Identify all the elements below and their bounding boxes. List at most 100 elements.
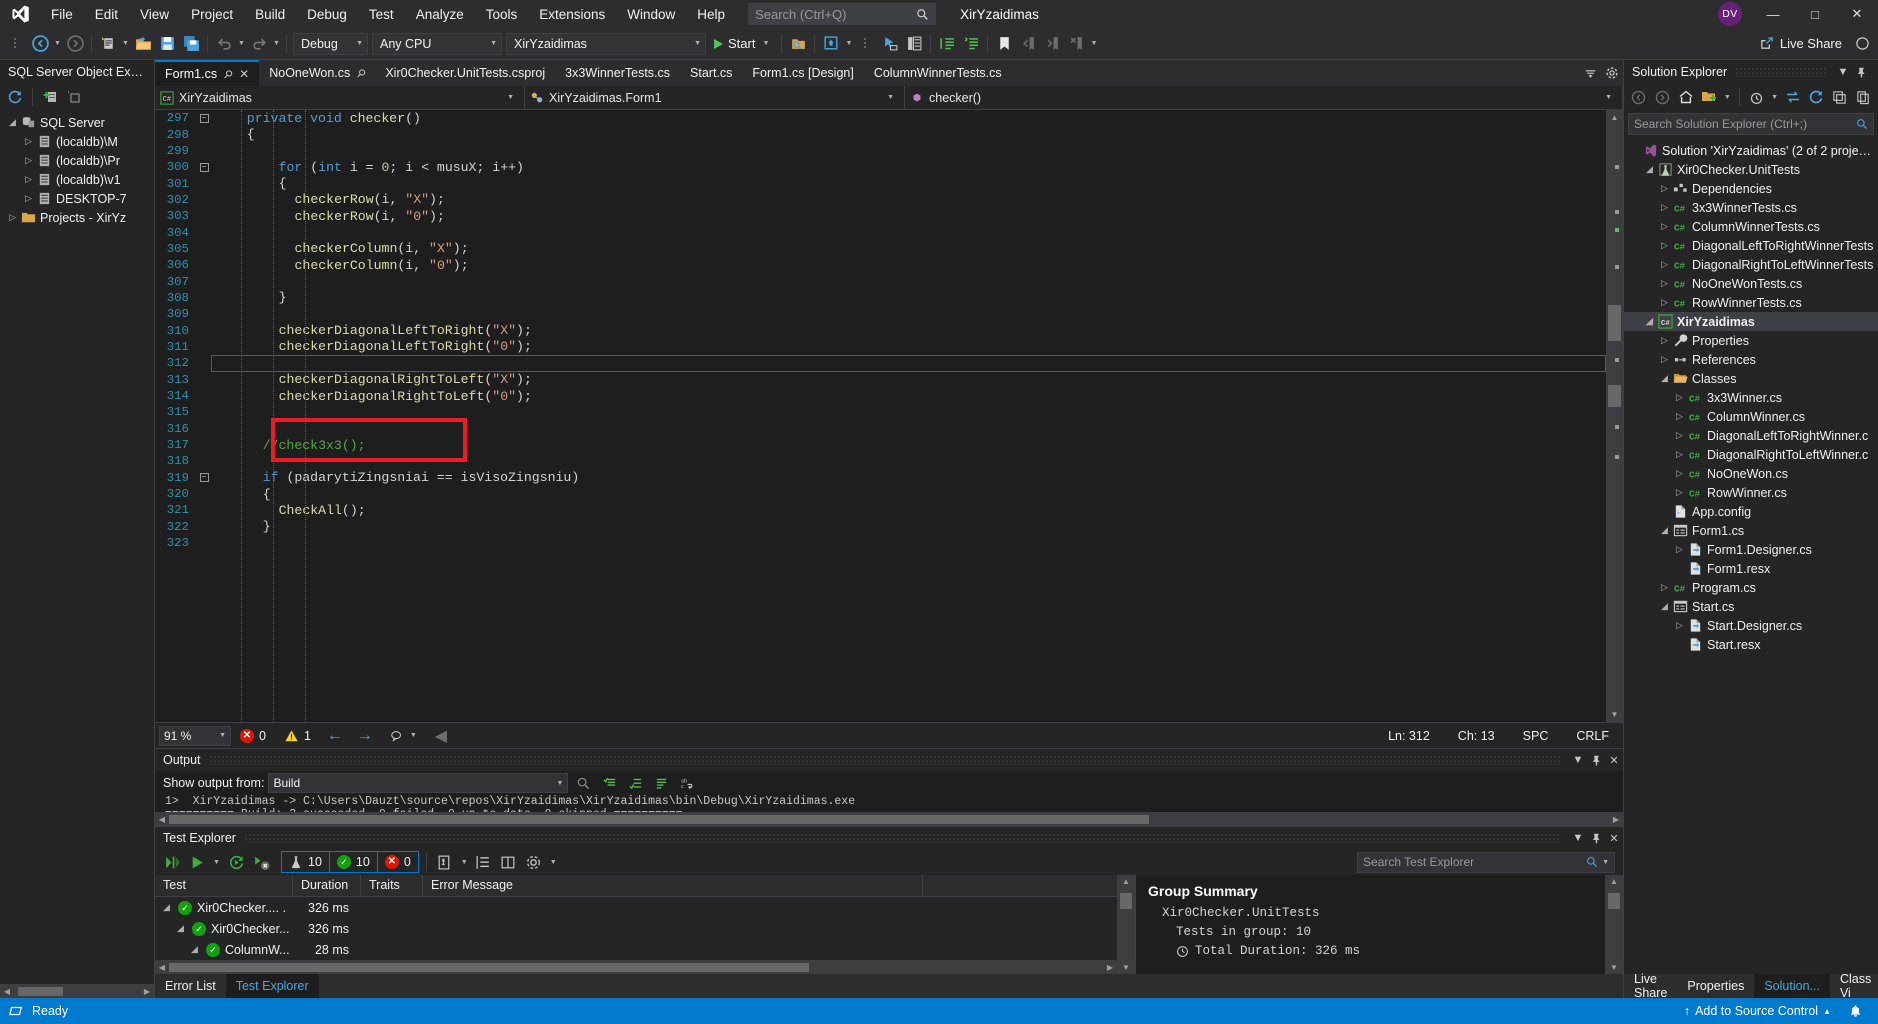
tree-twisty-icon[interactable]: ◢	[1658, 373, 1671, 384]
total-tests-count[interactable]: 10	[282, 852, 330, 872]
scroll-up-icon[interactable]: ▲	[1605, 875, 1623, 886]
collapse-arrow-icon[interactable]: ◀	[426, 726, 456, 746]
member-scope-combo[interactable]: checker() ▼	[905, 85, 1623, 110]
collapse-region-icon[interactable]: −	[199, 113, 209, 123]
tab-list-icon[interactable]	[1579, 60, 1601, 86]
tree-twisty-icon[interactable]: ▷	[1658, 582, 1671, 593]
tree-twisty-icon[interactable]: ▷	[1673, 544, 1686, 555]
tree-twisty-icon[interactable]: ▷	[1658, 240, 1671, 251]
chevron-down-icon[interactable]: ▼	[1834, 61, 1852, 83]
start-debug-button[interactable]: Start ▼	[708, 32, 777, 56]
solution-search-input[interactable]: Search Solution Explorer (Ctrl+;)	[1628, 113, 1874, 135]
solution-explorer-tree[interactable]: Solution 'XirYzaidimas' (2 of 2 projects…	[1624, 138, 1878, 974]
chevron-down-icon[interactable]: ▼	[760, 40, 771, 47]
pending-changes-icon[interactable]	[1699, 86, 1721, 108]
menu-tools[interactable]: Tools	[475, 3, 529, 26]
solution-tree-node[interactable]: ▷ C# ColumnWinner.cs	[1624, 407, 1878, 426]
editor-tab[interactable]: ColumnWinnerTests.cs	[863, 60, 1012, 86]
code-line[interactable]: 309	[155, 306, 1606, 322]
close-button[interactable]: ✕	[1836, 0, 1878, 28]
scroll-up-icon[interactable]: ▲	[1117, 875, 1135, 886]
code-line[interactable]: 297− private void checker()	[155, 110, 1606, 126]
solution-tree-node[interactable]: ▷ Properties	[1624, 331, 1878, 350]
tree-twisty-icon[interactable]: ◢	[6, 117, 19, 128]
glyph-margin[interactable]: −	[197, 473, 211, 483]
sql-tree-node[interactable]: ◢ SQL Server	[0, 113, 154, 132]
code-line[interactable]: 313 checkerDiagonalRightToLeft("X");	[155, 372, 1606, 388]
pin-icon[interactable]	[1587, 749, 1605, 771]
code-line[interactable]: 304	[155, 224, 1606, 240]
code-line[interactable]: 314 checkerDiagonalRightToLeft("0");	[155, 388, 1606, 404]
tree-twisty-icon[interactable]: ◢	[1658, 601, 1671, 612]
quick-search-box[interactable]: Search (Ctrl+Q)	[748, 3, 937, 25]
uncomment-icon[interactable]	[959, 32, 983, 56]
bottom-tab[interactable]: Class Vi	[1830, 972, 1878, 1000]
test-search-input[interactable]: Search Test Explorer ▼	[1357, 851, 1615, 873]
tree-twisty-icon[interactable]: ▷	[1673, 620, 1686, 631]
test-row[interactable]: ◢ ✓ Xir0Checker.... . 326 ms	[155, 897, 1117, 918]
code-line[interactable]: 298{	[155, 126, 1606, 142]
project-scope-combo[interactable]: C# XirYzaidimas ▼	[155, 85, 525, 110]
code-line[interactable]: 323	[155, 535, 1606, 551]
cancel-run-icon[interactable]	[250, 851, 272, 873]
sql-explorer-tree[interactable]: ◢ SQL Server ▷ (localdb)\M ▷ (localdb)\Pr ▷ (lo…	[0, 110, 154, 984]
tree-twisty-icon[interactable]: ◢	[1643, 164, 1656, 175]
tree-twisty-icon[interactable]: ▷	[1673, 430, 1686, 441]
scroll-down-icon[interactable]: ▼	[1117, 963, 1135, 972]
error-count-chip[interactable]: ✕ 0	[231, 728, 275, 743]
tree-twisty-icon[interactable]: ▷	[22, 193, 35, 204]
menu-help[interactable]: Help	[686, 3, 736, 26]
code-line[interactable]: 315	[155, 404, 1606, 420]
tree-twisty-icon[interactable]: ▷	[1673, 468, 1686, 479]
warning-count-chip[interactable]: 1	[275, 729, 320, 743]
menu-project[interactable]: Project	[180, 3, 244, 26]
bookmark-icon[interactable]	[992, 32, 1016, 56]
tree-twisty-icon[interactable]: ▷	[1658, 259, 1671, 270]
menu-test[interactable]: Test	[358, 3, 405, 26]
arrow-left-icon[interactable]: ←	[320, 727, 350, 745]
solution-tree-node[interactable]: ▷ C# DiagonalLeftToRightWinner.c	[1624, 426, 1878, 445]
select-element-icon[interactable]	[878, 32, 902, 56]
startup-project-combo[interactable]: XirYzaidimas ▼	[506, 32, 706, 55]
menu-debug[interactable]: Debug	[296, 3, 358, 26]
refresh-icon[interactable]	[4, 86, 26, 108]
clear-bookmark-icon[interactable]	[1064, 32, 1088, 56]
properties-icon[interactable]	[902, 32, 926, 56]
prev-bookmark-icon[interactable]	[1016, 32, 1040, 56]
solution-tree-node[interactable]: ▷ C# DiagonalRightToLeftWinner.c	[1624, 445, 1878, 464]
undo-icon[interactable]	[212, 32, 236, 56]
scroll-thumb[interactable]	[169, 962, 809, 972]
menu-analyze[interactable]: Analyze	[405, 3, 475, 26]
tree-twisty-icon[interactable]: ▷	[22, 136, 35, 147]
forward-icon[interactable]	[1652, 86, 1674, 108]
chevron-down-icon[interactable]: ▼	[1769, 94, 1780, 101]
settings-icon[interactable]	[523, 851, 545, 873]
tree-twisty-icon[interactable]: ▷	[1658, 202, 1671, 213]
scroll-down-icon[interactable]: ▼	[1606, 707, 1623, 722]
open-file-icon[interactable]	[131, 32, 155, 56]
test-column-header[interactable]: Test	[155, 875, 293, 896]
solution-tree-node[interactable]: ◢ Xir0Checker.UnitTests	[1624, 160, 1878, 179]
word-wrap-icon[interactable]: ab c	[676, 772, 698, 794]
sql-explorer-hscrollbar[interactable]: ◀ ▶	[0, 984, 154, 998]
configuration-combo[interactable]: Debug ▼	[293, 32, 368, 55]
pin-icon[interactable]	[1587, 827, 1605, 849]
sql-tree-node[interactable]: ▷ Projects - XirYz	[0, 208, 154, 227]
code-line[interactable]: 317//check3x3();	[155, 437, 1606, 453]
menu-file[interactable]: File	[40, 3, 84, 26]
scroll-right-icon[interactable]: ▶	[1609, 815, 1623, 824]
scroll-left-icon[interactable]: ◀	[155, 815, 169, 824]
clear-all-icon[interactable]	[598, 772, 620, 794]
sql-tree-node[interactable]: ▷ (localdb)\Pr	[0, 151, 154, 170]
feedback-icon[interactable]	[1850, 32, 1874, 56]
comment-icon[interactable]	[935, 32, 959, 56]
drag-handle[interactable]	[208, 755, 1561, 765]
tree-twisty-icon[interactable]: ▷	[22, 155, 35, 166]
chevron-down-icon[interactable]: ▼	[548, 859, 559, 866]
tree-twisty-icon[interactable]: ▷	[1658, 335, 1671, 346]
tree-twisty-icon[interactable]: ◢	[188, 944, 201, 955]
scroll-thumb[interactable]	[1120, 893, 1132, 909]
chevron-down-icon[interactable]: ▼	[1598, 859, 1609, 866]
code-line[interactable]: 322}	[155, 519, 1606, 535]
chevron-down-icon[interactable]: ▼	[459, 859, 470, 866]
